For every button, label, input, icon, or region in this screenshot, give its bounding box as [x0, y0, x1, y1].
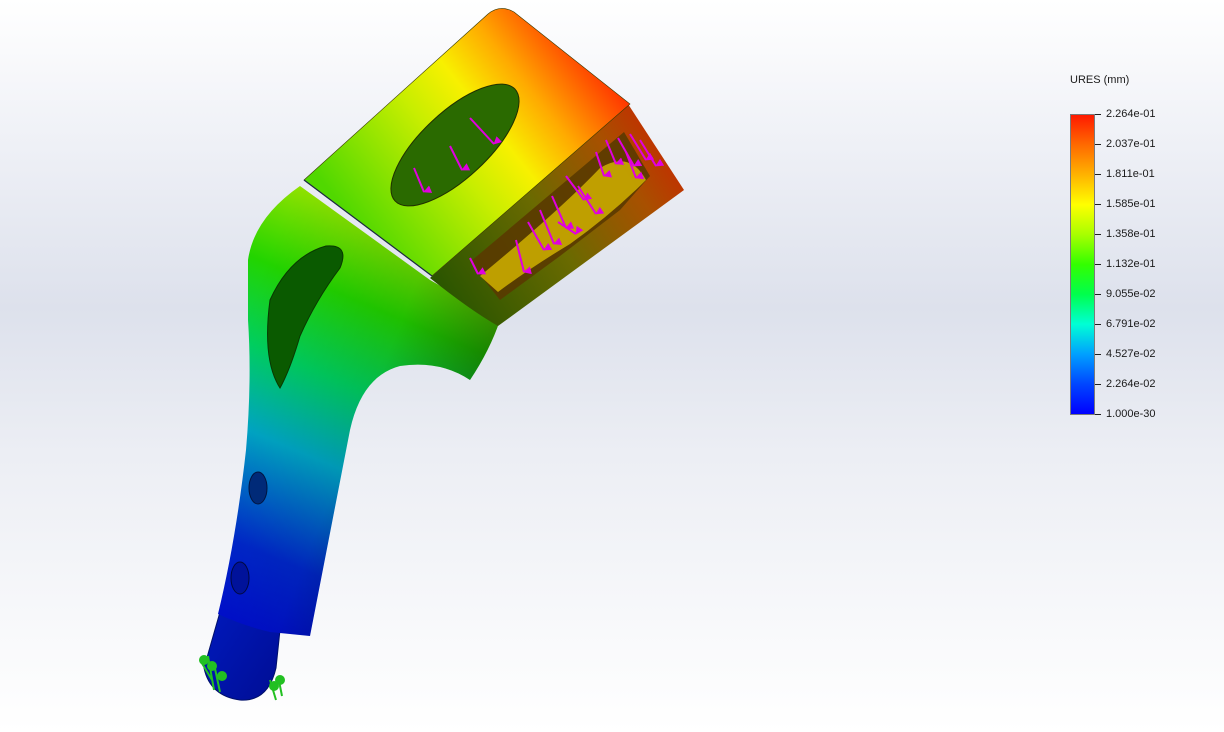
legend-tick-label: 9.055e-02 — [1106, 288, 1156, 300]
legend-tick — [1095, 414, 1101, 415]
legend-tick — [1095, 324, 1101, 325]
legend-tick — [1095, 174, 1101, 175]
legend-tick — [1095, 144, 1101, 145]
legend-tick-label: 1.585e-01 — [1106, 198, 1156, 210]
legend-tick — [1095, 354, 1101, 355]
arm-hole-lower — [230, 561, 250, 595]
legend-tick — [1095, 384, 1101, 385]
legend-tick — [1095, 264, 1101, 265]
legend-tick — [1095, 294, 1101, 295]
legend-tick-label: 1.811e-01 — [1106, 168, 1155, 180]
legend-tick-label: 2.264e-01 — [1106, 108, 1156, 120]
legend-tick-label: 1.000e-30 — [1106, 408, 1156, 420]
legend-tick — [1095, 114, 1101, 115]
legend-tick — [1095, 204, 1101, 205]
legend-tick-label: 2.264e-02 — [1106, 378, 1156, 390]
legend-color-bar — [1070, 114, 1095, 415]
legend-tick — [1095, 234, 1101, 235]
model-viewport[interactable] — [0, 0, 1224, 732]
legend-tick-label: 4.527e-02 — [1106, 348, 1156, 360]
arm-hole-upper — [248, 471, 268, 505]
legend-tick-label: 1.358e-01 — [1106, 228, 1156, 240]
legend-tick-label: 2.037e-01 — [1106, 138, 1156, 150]
ures-legend: URES (mm) 2.264e-01 2.037e-01 1.811e-01 1.5… — [1060, 70, 1210, 430]
legend-tick-label: 1.132e-01 — [1106, 258, 1156, 270]
legend-title: URES (mm) — [1070, 74, 1130, 86]
legend-tick-label: 6.791e-02 — [1106, 318, 1156, 330]
